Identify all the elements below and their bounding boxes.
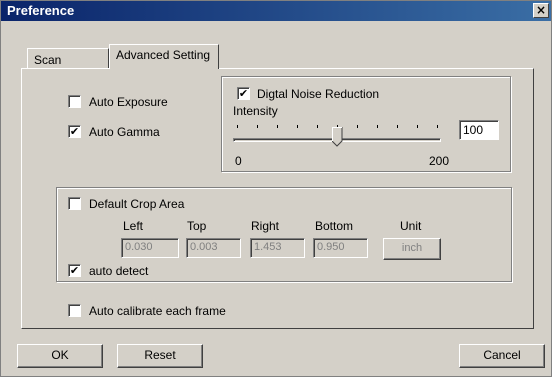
- slider-tick: [277, 125, 278, 128]
- intensity-label: Intensity: [233, 104, 278, 118]
- crop-bottom-field[interactable]: 0.950: [313, 238, 368, 258]
- slider-tick: [417, 125, 418, 128]
- slider-min-label: 0: [235, 154, 242, 168]
- slider-tick: [357, 125, 358, 128]
- check-icon: ✔: [69, 125, 80, 138]
- auto-detect-checkbox[interactable]: ✔: [68, 264, 81, 277]
- auto-gamma-checkbox[interactable]: ✔: [68, 125, 81, 138]
- crop-right-field[interactable]: 1.453: [250, 238, 305, 258]
- cancel-button[interactable]: Cancel: [459, 344, 545, 368]
- crop-top-header: Top: [187, 219, 207, 233]
- default-crop-label: Default Crop Area: [89, 197, 185, 211]
- slider-tick: [297, 125, 298, 128]
- slider-tick: [377, 125, 378, 128]
- crop-top-field[interactable]: 0.003: [186, 238, 241, 258]
- auto-calibrate-checkbox[interactable]: [68, 304, 81, 317]
- intensity-slider-thumb[interactable]: [332, 127, 343, 147]
- auto-detect-label: auto detect: [89, 264, 149, 278]
- crop-right-header: Right: [251, 219, 280, 233]
- slider-tick: [397, 125, 398, 128]
- slider-tick: [237, 125, 238, 128]
- auto-calibrate-label: Auto calibrate each frame: [89, 304, 226, 318]
- ok-button[interactable]: OK: [17, 344, 103, 368]
- intensity-input[interactable]: 100: [459, 120, 499, 140]
- check-icon: ✔: [238, 87, 249, 100]
- auto-gamma-label: Auto Gamma: [89, 125, 160, 139]
- slider-max-label: 200: [429, 154, 450, 168]
- slider-tick: [317, 125, 318, 128]
- reset-button[interactable]: Reset: [117, 344, 203, 368]
- crop-left-header: Left: [123, 219, 144, 233]
- auto-exposure-label: Auto Exposure: [89, 95, 168, 109]
- unit-button[interactable]: inch: [383, 238, 441, 260]
- default-crop-checkbox[interactable]: [68, 197, 81, 210]
- auto-exposure-checkbox[interactable]: [68, 95, 81, 108]
- crop-unit-header: Unit: [400, 219, 422, 233]
- noise-reduction-checkbox[interactable]: ✔: [237, 87, 250, 100]
- crop-left-field[interactable]: 0.030: [121, 238, 179, 258]
- check-icon: ✔: [69, 264, 80, 277]
- slider-tick: [437, 125, 438, 128]
- slider-tick: [257, 125, 258, 128]
- crop-bottom-header: Bottom: [315, 219, 354, 233]
- noise-reduction-label: Digtal Noise Reduction: [257, 87, 380, 101]
- preference-dialog: Preference × Scan Setting Advanced Setti…: [0, 0, 552, 377]
